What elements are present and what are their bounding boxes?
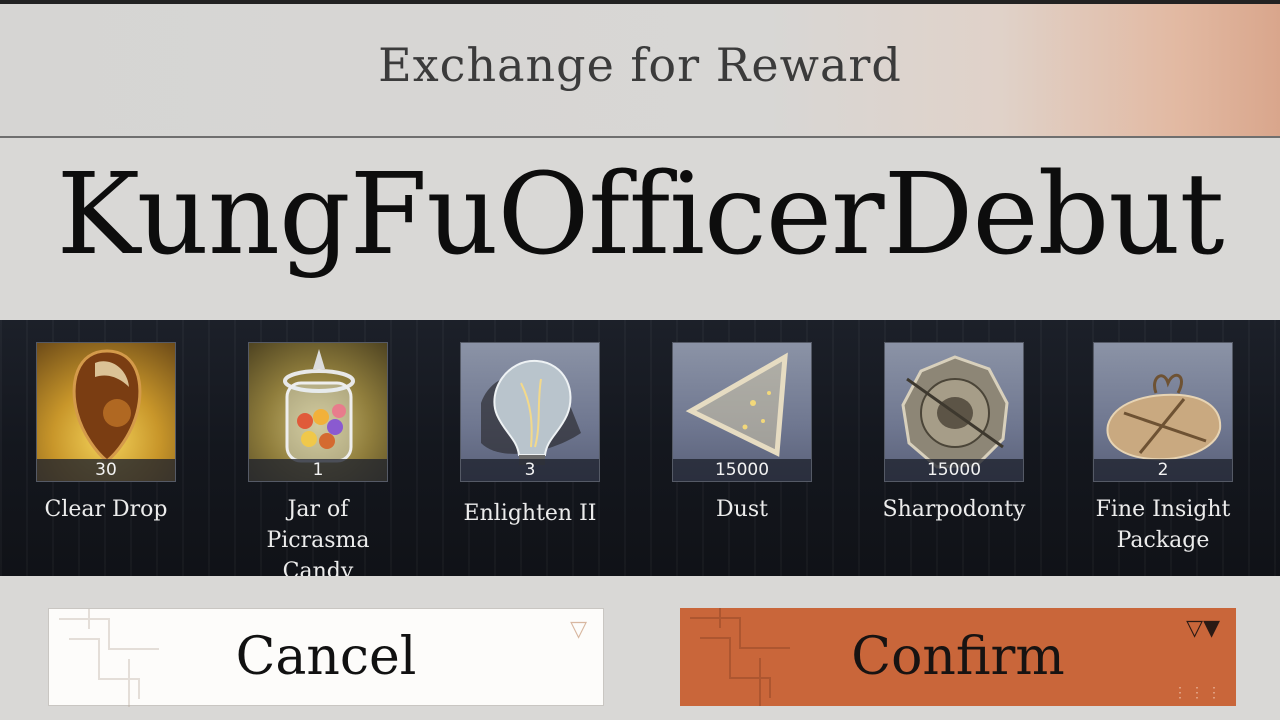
reward-name: Enlighten II (463, 501, 597, 526)
circuit-pattern-icon (690, 608, 790, 706)
rarity-bar (461, 481, 599, 482)
dialog-header: Exchange for Reward (0, 0, 1280, 138)
reward-name: Fine Insight Package (1095, 497, 1231, 553)
reward-tile: 15000 (672, 342, 812, 482)
confirm-label: Confirm (851, 627, 1065, 687)
cancel-label: Cancel (235, 627, 417, 687)
reward-item-clear-drop[interactable]: 30 Clear Drop (36, 342, 176, 525)
rarity-bar (249, 481, 387, 482)
reward-tile: 30 (36, 342, 176, 482)
reward-list: 30 Clear Drop 1 Jar of Picrasma Candy 3 … (0, 320, 1280, 584)
reward-name: Sharpodonty (882, 497, 1026, 522)
rarity-bar (37, 481, 175, 482)
reward-tile: 3 (460, 342, 600, 482)
reward-item-dust[interactable]: 15000 Dust (672, 342, 812, 525)
rarity-bar (885, 481, 1023, 482)
reward-name: Jar of Picrasma Candy (266, 497, 370, 584)
rarity-bar (673, 481, 811, 482)
overlay-caption: KungFuOfficerDebut (56, 150, 1224, 280)
reward-count: 15000 (673, 459, 811, 481)
reward-count: 1 (249, 459, 387, 481)
reward-name: Clear Drop (44, 497, 168, 522)
cancel-button[interactable]: Cancel ▽ (48, 608, 604, 707)
reward-item-enlighten[interactable]: 3 Enlighten II (460, 342, 600, 529)
circuit-pattern-icon (59, 609, 159, 707)
reward-tile: 1 (248, 342, 388, 482)
triangle-marker-icon: ▽▼ (1186, 616, 1220, 641)
rarity-bar (1094, 481, 1232, 482)
dialog-title: Exchange for Reward (378, 38, 902, 92)
reward-item-picrasma-candy[interactable]: 1 Jar of Picrasma Candy (248, 342, 388, 587)
reward-name: Dust (716, 497, 768, 522)
reward-item-fine-insight-package[interactable]: 2 Fine Insight Package (1093, 342, 1233, 556)
dot-grid-icon: ⋮⋮⋮ (1173, 685, 1224, 701)
reward-count: 15000 (885, 459, 1023, 481)
confirm-button[interactable]: Confirm ▽▼ ⋮⋮⋮ (680, 608, 1236, 706)
dialog-actions: Cancel ▽ Confirm ▽▼ ⋮⋮⋮ (0, 576, 1280, 720)
triangle-marker-icon: ▽ (570, 617, 587, 642)
reward-tile: 15000 (884, 342, 1024, 482)
reward-count: 3 (461, 459, 599, 481)
reward-tile: 2 (1093, 342, 1233, 482)
reward-count: 2 (1094, 459, 1232, 481)
reward-count: 30 (37, 459, 175, 481)
reward-item-sharpodonty[interactable]: 15000 Sharpodonty (883, 342, 1025, 525)
